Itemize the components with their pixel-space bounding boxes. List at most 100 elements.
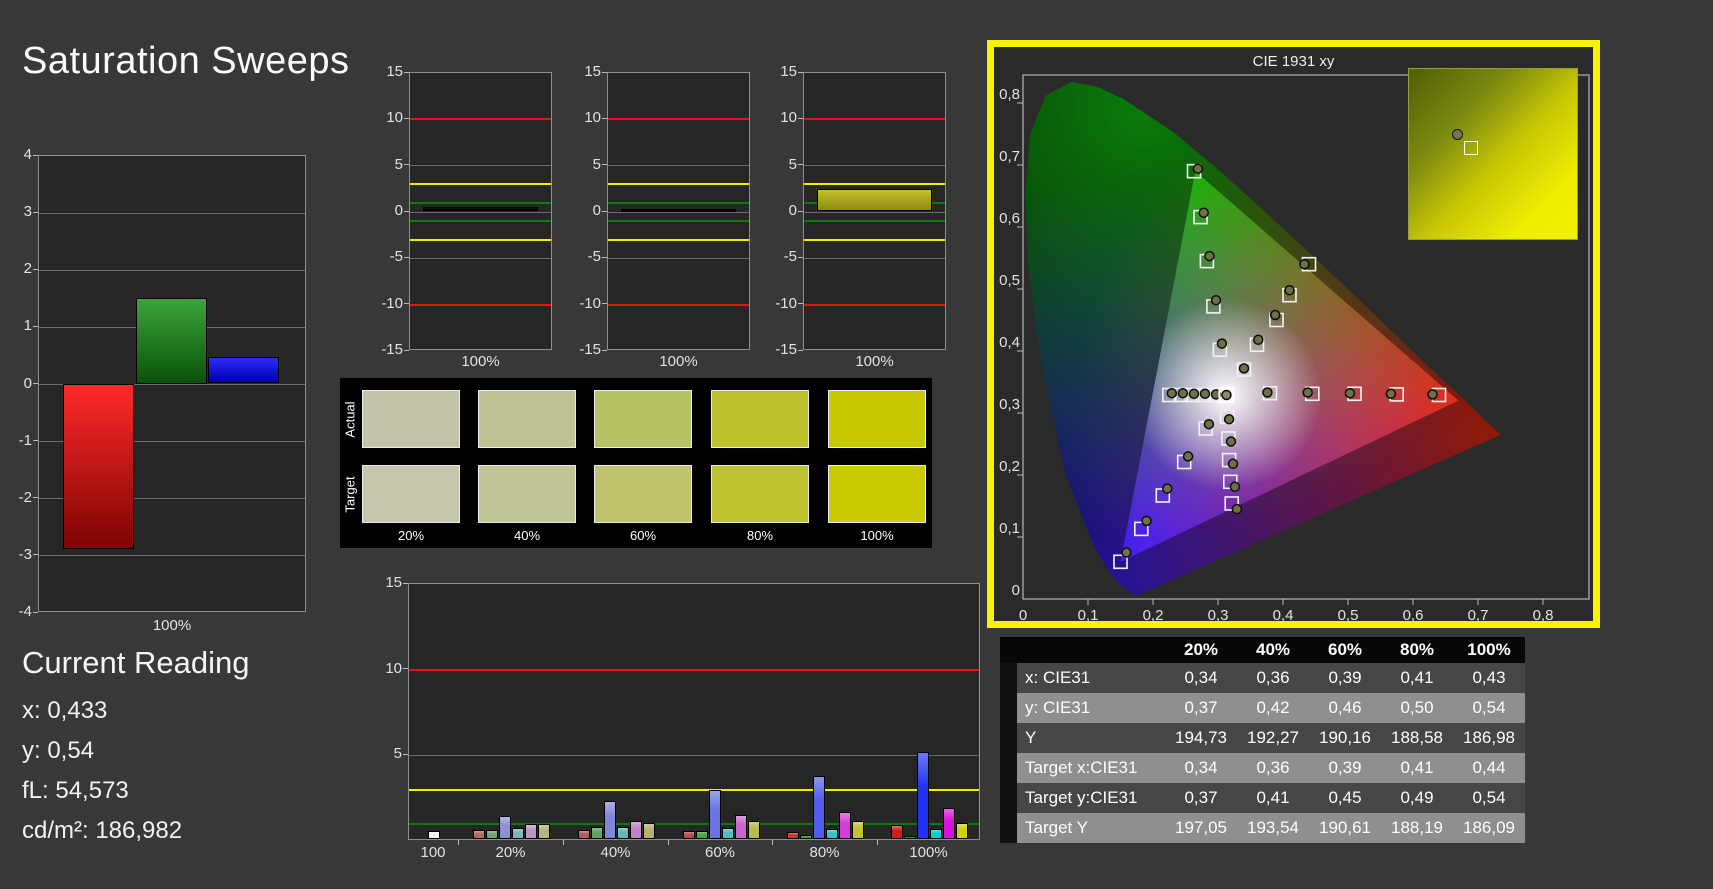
y-tick-label: -3 <box>18 545 32 563</box>
thumbnail-measured-dot <box>1452 129 1463 140</box>
deltaE-x-label: 100% <box>909 844 948 861</box>
y-tick-label: -5 <box>783 248 797 266</box>
y-tick-label: 3 <box>23 203 32 221</box>
cie-measured-red <box>1344 387 1356 399</box>
deltaE-x-label: 80% <box>809 844 840 861</box>
cie-1931-panel: CIE 1931 xy 0 0,1 0,2 0,3 0,4 0,5 0,6 0,7 0,8 0 0,1… <box>987 40 1600 628</box>
swatch-actual-60% <box>594 390 692 448</box>
y-tick-label: -2 <box>18 488 32 506</box>
y-tick-label: 5 <box>592 155 601 173</box>
cie-measured-red <box>1385 388 1397 400</box>
limit-line-yellow <box>804 183 945 186</box>
y-tick-label: -1 <box>18 431 32 449</box>
y-tick-mark <box>33 268 38 270</box>
table-header-cell: 80% <box>1399 640 1435 659</box>
cie-measured-blue <box>1203 418 1215 430</box>
y-tick-mark <box>404 256 409 258</box>
y-tick-label: 4 <box>23 146 32 163</box>
y-tick-mark <box>404 210 409 212</box>
cie-x-tick-label: 0,5 <box>1337 607 1359 624</box>
app-root: Saturation Sweeps 4 3 2 1 0 -1 -2 -3 -4 100% 15 10… <box>0 0 1713 889</box>
table-value-cell: 0,34 <box>1184 668 1218 687</box>
y-tick-mark <box>403 668 408 670</box>
table-row-indicator <box>1000 663 1017 693</box>
table-value-cell: 0,36 <box>1256 668 1290 687</box>
gridline <box>804 257 945 259</box>
gridline <box>39 212 305 214</box>
table-row-label: Target Y <box>1025 818 1089 837</box>
cie-x-tick-label: 0,7 <box>1467 607 1489 624</box>
deltaE-bar-100% <box>904 835 916 839</box>
y-tick-label: 15 <box>386 63 403 80</box>
cie-measured-blue <box>1141 515 1152 527</box>
cie-y-tick-label: 0,6 <box>999 210 1020 227</box>
deltaE-bar-60% <box>682 831 695 839</box>
swatch-col-label: 60% <box>629 528 657 543</box>
limit-line-yellow <box>804 238 945 241</box>
swatch-target-100% <box>828 465 926 523</box>
plot-area <box>607 72 750 350</box>
y-tick-label: 10 <box>385 659 402 677</box>
y-tick-mark <box>33 154 38 156</box>
cie-y-tick-label: 0,3 <box>999 396 1020 413</box>
cie-measured-red <box>1302 387 1313 398</box>
reading-y: y: 0,54 <box>22 737 95 764</box>
x-axis-label: 100% <box>659 353 698 370</box>
table-row-indicator <box>1000 753 1017 783</box>
cie-measured-red <box>1262 387 1273 398</box>
table-header-cell: 60% <box>1327 640 1363 659</box>
cie-y-tick-label: 0,2 <box>999 458 1020 475</box>
y-tick-mark <box>33 554 38 556</box>
limit-line-red <box>410 303 551 306</box>
deltaE-x-tick <box>458 840 459 845</box>
y-tick-label: -15 <box>579 341 601 358</box>
y-tick-label: -10 <box>381 294 403 312</box>
cie-measured-magenta <box>1229 481 1241 493</box>
deltaE-bar-20% <box>473 829 485 839</box>
table-value-cell: 0,42 <box>1256 698 1290 717</box>
gridline <box>608 165 749 167</box>
gridline <box>608 257 749 259</box>
table-header-cell: 20% <box>1183 640 1219 659</box>
y-tick-mark <box>602 164 607 166</box>
y-tick-label: 2 <box>23 260 32 278</box>
limit-line-green <box>608 220 749 223</box>
deltaE-bar-20% <box>499 815 511 839</box>
y-tick-mark <box>33 325 38 327</box>
y-tick-mark <box>602 303 607 305</box>
cie-measured-blue <box>1121 547 1132 558</box>
limit-line-green <box>410 220 551 223</box>
table-value-cell: 193,54 <box>1247 818 1299 837</box>
gridline <box>804 165 945 167</box>
swatch-row-label: Actual <box>342 401 358 438</box>
thumbnail-target-square <box>1464 141 1478 155</box>
y-tick-mark <box>602 210 607 212</box>
y-tick-label: 10 <box>386 109 403 127</box>
y-tick-label: 15 <box>780 63 797 80</box>
reading-x: x: 0,433 <box>22 697 108 724</box>
table-value-cell: 197,05 <box>1175 818 1227 837</box>
deltaE-x-label: 60% <box>704 844 736 861</box>
deltaE-bar-80% <box>800 834 812 839</box>
cie-measured-blue <box>1182 451 1194 462</box>
reading-cdm: cd/m²: 186,982 <box>22 817 183 844</box>
swatch-col-label: 20% <box>397 528 425 543</box>
deltaE-bar-60% <box>721 827 734 839</box>
table-row: Y 194,73 192,27 190,16 188,58 186,98 <box>1000 723 1525 753</box>
y-tick-label: 5 <box>393 745 402 763</box>
deltaE-x-tick <box>877 840 878 845</box>
table-value-cell: 0,39 <box>1328 668 1362 687</box>
y-tick-mark <box>798 210 803 212</box>
cie-measured-green <box>1198 207 1209 218</box>
y-tick-label: -10 <box>579 294 601 312</box>
table-value-cell: 0,41 <box>1400 668 1434 687</box>
y-tick-label: 15 <box>385 574 402 591</box>
deltaE-bar-40% <box>643 822 655 839</box>
cie-measured-green <box>1216 338 1228 349</box>
limit-line-red <box>804 118 945 121</box>
deltaE-bar-80% <box>813 775 825 839</box>
cie-measured-yellow <box>1253 334 1264 346</box>
cie-x-tick-label: 0,4 <box>1272 607 1294 624</box>
y-tick-label: -5 <box>389 248 403 266</box>
cie-measured-green <box>1192 163 1204 174</box>
